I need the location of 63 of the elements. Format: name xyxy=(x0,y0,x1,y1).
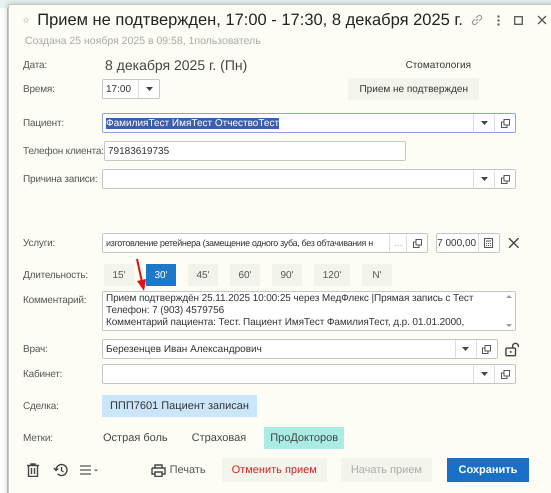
open-window-icon[interactable] xyxy=(412,238,422,248)
history-icon[interactable] xyxy=(53,463,68,477)
deal-badge[interactable]: ППП7601 Пациент записан xyxy=(102,395,257,417)
field-label: Врач: xyxy=(23,344,49,354)
printer-icon xyxy=(150,464,166,476)
close-icon[interactable] xyxy=(537,15,547,25)
department-label: Стоматология xyxy=(406,60,471,70)
scroll-arrows-icon[interactable] xyxy=(506,293,512,329)
service-field[interactable]: изготовление ретейнера (замещение одного зуба, без обтачивания н ... xyxy=(102,233,428,253)
field-label: Услуги: xyxy=(23,238,56,248)
dropdown-caret-icon[interactable] xyxy=(480,121,488,125)
tag-toggle[interactable]: ПроДокторов xyxy=(264,427,344,449)
duration-option[interactable]: 15' xyxy=(104,264,134,286)
duration-option[interactable]: 90' xyxy=(272,264,302,286)
open-window-icon[interactable] xyxy=(500,174,510,184)
window-title: Прием не подтвержден, 17:00 - 17:30, 8 декабря 2025 г. xyxy=(37,10,463,30)
dropdown-caret-icon[interactable] xyxy=(462,347,470,351)
maximize-icon[interactable] xyxy=(514,16,523,24)
save-button[interactable]: Сохранить xyxy=(447,458,529,482)
open-window-icon[interactable] xyxy=(500,118,510,128)
duration-option[interactable]: N' xyxy=(362,264,392,286)
field-label: Метки: xyxy=(23,432,54,444)
field-label: Кабинет: xyxy=(23,368,64,380)
menu-icon[interactable] xyxy=(80,465,98,475)
trash-icon[interactable] xyxy=(27,463,39,477)
dropdown-caret-icon[interactable] xyxy=(480,177,488,181)
time-field[interactable]: 17:00 xyxy=(102,79,160,99)
remove-icon[interactable] xyxy=(508,237,519,249)
link-icon[interactable] xyxy=(471,14,483,26)
field-label: Причина записи: xyxy=(23,174,99,184)
status-button[interactable]: Прием не подтвержден xyxy=(348,78,479,100)
field-label: Пациент: xyxy=(23,118,65,128)
field-label: Длительность: xyxy=(23,270,89,280)
tag-toggle[interactable]: Острая боль xyxy=(97,427,174,449)
more-icon[interactable] xyxy=(497,14,500,26)
duration-option[interactable]: 30' xyxy=(146,264,176,286)
price-field[interactable]: 7 000,00 xyxy=(436,233,500,253)
phone-field[interactable]: 79183619735 xyxy=(104,141,406,161)
open-window-icon[interactable] xyxy=(482,344,492,354)
created-info: Создана 25 ноября 2025 в 09:58, 1пользователь xyxy=(25,35,262,49)
duration-option[interactable]: 120' xyxy=(314,264,350,286)
dropdown-caret-icon[interactable] xyxy=(480,372,488,376)
reason-field[interactable] xyxy=(102,169,516,189)
field-label: Сделка: xyxy=(23,400,60,412)
open-window-icon[interactable] xyxy=(500,370,510,378)
calculator-icon[interactable] xyxy=(484,238,493,248)
room-field[interactable] xyxy=(102,364,516,384)
field-label: Телефон клиента: xyxy=(23,146,102,156)
field-label: Время: xyxy=(23,84,56,94)
duration-option[interactable]: 60' xyxy=(230,264,260,286)
field-label: Комментарий: xyxy=(23,295,88,306)
duration-option[interactable]: 45' xyxy=(188,264,218,286)
field-label: Дата: xyxy=(23,60,48,70)
patient-field[interactable]: ФамилияТест ИмяТест ОтчествоТест xyxy=(102,113,516,133)
date-value: 8 декабря 2025 г. (Пн) xyxy=(105,57,248,73)
tag-toggle[interactable]: Страховая xyxy=(186,427,252,449)
cancel-appointment-button[interactable]: Отменить прием xyxy=(222,458,327,482)
dropdown-caret-icon[interactable] xyxy=(146,87,152,91)
comment-field[interactable]: Прием подтверждён 25.11.2025 10:00:25 через МедФлекс |Прямая запись с Тест Телефон: 7 (903) 4579756 Комментарий пациента: Тест. Пациент ИмяТест ФамилияТест, д.р. 01.01.2000, xyxy=(102,291,516,331)
print-button[interactable]: Печать xyxy=(150,464,206,476)
doctor-field[interactable]: Березенцев Иван Александрович xyxy=(102,339,498,359)
unlock-icon[interactable] xyxy=(504,342,519,356)
annotation-arrow xyxy=(135,258,147,292)
